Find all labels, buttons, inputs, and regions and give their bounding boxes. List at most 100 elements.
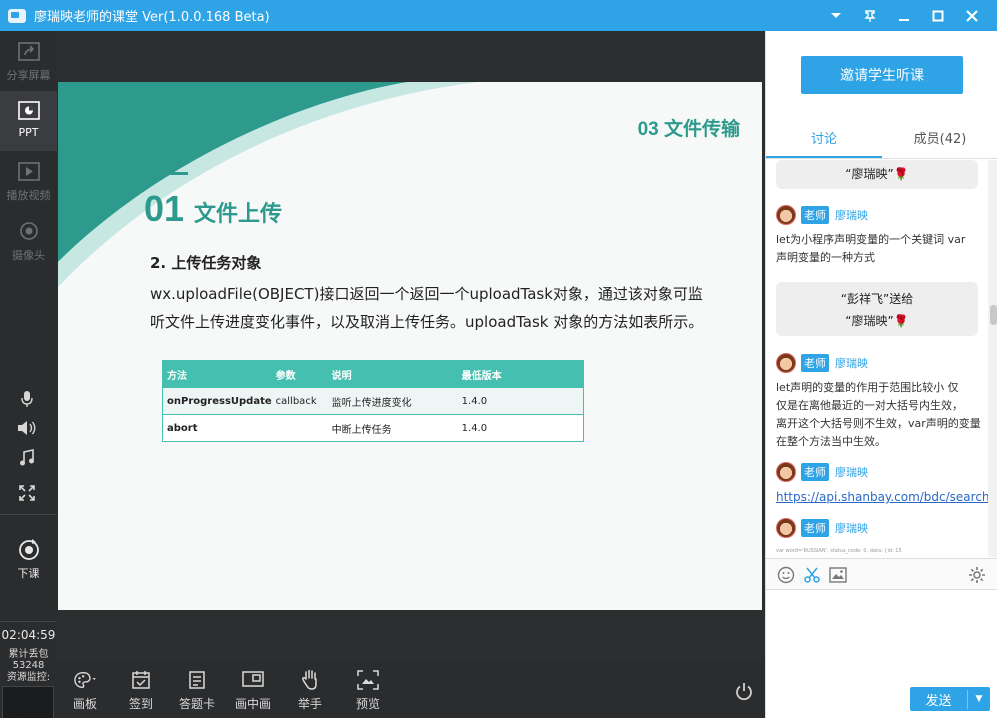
gift-text: “廖瑞映”🌹 — [845, 167, 909, 181]
sender-name[interactable]: 廖瑞映 — [835, 464, 868, 480]
table-cell: onProgressUpdate — [162, 387, 272, 415]
message-header: 老师 廖瑞映 — [776, 462, 868, 482]
answer-card-button[interactable]: 答题卡 — [172, 669, 222, 712]
send-options-chevron-icon[interactable]: ▼ — [968, 694, 990, 704]
microphone-icon[interactable] — [16, 388, 38, 410]
palette-label: 画板 — [72, 697, 97, 711]
message-line: let为小程序声明变量的一个关键词 var — [776, 233, 966, 246]
share-screen-button[interactable]: 分享屏幕 — [0, 37, 57, 89]
panel-tabs: 讨论 成员(42) — [766, 127, 997, 159]
tab-members[interactable]: 成员(42) — [882, 127, 997, 158]
invite-students-button[interactable]: 邀请学生听课 — [801, 56, 963, 94]
teacher-badge: 老师 — [801, 206, 829, 224]
section-number: 01 — [144, 188, 185, 229]
message-line: 离开这个大括号则不生效，var声明的变量 — [776, 417, 981, 430]
chat-scrollbar-thumb[interactable] — [990, 305, 997, 325]
palette-button[interactable]: 画板 — [60, 669, 110, 712]
tab-discussion[interactable]: 讨论 — [766, 127, 882, 158]
class-timer: 02:04:59 — [1, 628, 56, 642]
gear-icon[interactable] — [967, 565, 987, 585]
sign-in-button[interactable]: 签到 — [116, 669, 166, 712]
message-line: 在整个方法当中生效。 — [776, 435, 886, 448]
scissors-icon[interactable] — [802, 565, 822, 585]
preview-label: 预览 — [355, 697, 380, 711]
maximize-icon[interactable] — [921, 0, 955, 31]
table-row: abort 中断上传任务 1.4.0 — [162, 414, 584, 442]
table-cell: 1.4.0 — [457, 414, 584, 442]
message-line: 声明变量的一种方式 — [776, 251, 875, 264]
picture-in-picture-label: 画中画 — [234, 697, 271, 711]
preview-icon — [357, 669, 379, 691]
table-header: 方法 — [162, 360, 272, 388]
chat-list: “廖瑞映”🌹 老师 廖瑞映 let为小程序声明变量的一个关键词 var 声明变量… — [766, 160, 988, 557]
fullscreen-icon[interactable] — [16, 482, 38, 504]
toolbar-divider — [0, 514, 57, 515]
table-cell: 1.4.0 — [457, 387, 584, 415]
avatar — [776, 205, 796, 225]
pin-icon[interactable] — [853, 0, 887, 31]
slide-subheading: 2. 上传任务对象 — [150, 254, 262, 272]
gift-message: “彭祥飞”送给 “廖瑞映”🌹 — [776, 282, 978, 336]
message-line: let声明的变量的作用于范围比较小 仅 — [776, 381, 959, 394]
teacher-badge: 老师 — [801, 519, 829, 537]
message-text: let声明的变量的作用于范围比较小 仅 仅是在离他最近的一对大括号内生效， 离开… — [776, 379, 988, 451]
message-header: 老师 廖瑞映 — [776, 353, 868, 373]
chat-message-input[interactable] — [766, 591, 997, 681]
bottom-toolbar: 画板 签到 答题卡 画中画 举手 预览 — [57, 661, 765, 718]
slide-title: 文件上传 — [194, 202, 283, 227]
camera-button[interactable]: 摄像头 — [0, 217, 57, 269]
message-header: 老师 廖瑞映 — [776, 205, 868, 225]
table-header: 最低版本 — [457, 360, 584, 388]
emoji-icon[interactable] — [776, 565, 796, 585]
end-class-label: 下课 — [17, 567, 40, 580]
share-screen-icon — [16, 41, 42, 63]
camera-label: 摄像头 — [12, 249, 45, 262]
minimize-icon[interactable] — [887, 0, 921, 31]
ppt-slide: 03 文件传输 01 文件上传 2. 上传任务对象 wx.uploadFile(… — [58, 82, 762, 610]
sender-name[interactable]: 廖瑞映 — [835, 207, 868, 223]
camera-icon — [16, 221, 42, 243]
ppt-button[interactable]: PPT — [0, 91, 57, 151]
title-bar: 廖瑞映老师的课堂 Ver(1.0.0.168 Beta) — [0, 0, 997, 31]
speaker-icon[interactable] — [16, 417, 38, 439]
picture-in-picture-button[interactable]: 画中画 — [228, 669, 278, 712]
slide-decoration — [58, 82, 478, 287]
send-button[interactable]: 发送 ▼ — [910, 687, 990, 711]
close-icon[interactable] — [955, 0, 989, 31]
teacher-badge: 老师 — [801, 354, 829, 372]
image-icon[interactable] — [828, 565, 848, 585]
packet-loss-value: 53248 — [12, 660, 45, 671]
answer-card-icon — [186, 669, 208, 691]
music-icon[interactable] — [16, 447, 38, 469]
chat-scrollbar[interactable] — [988, 160, 997, 557]
message-line: 仅是在离他最近的一对大括号内生效， — [776, 399, 963, 412]
right-panel: 邀请学生听课 讨论 成员(42) “廖瑞映”🌹 老师 廖瑞映 let为小程序声明… — [765, 31, 997, 718]
message-link[interactable]: https://api.shanbay.com/bdc/search/ — [776, 490, 988, 504]
dropdown-menu-icon[interactable] — [819, 0, 853, 31]
avatar — [776, 462, 796, 482]
message-image-snippet[interactable]: var word='RUSSIAN', status_code: 0, data… — [776, 548, 956, 556]
app-logo-icon — [8, 8, 26, 23]
toolbar-divider — [0, 621, 57, 622]
title-accent-bar — [144, 172, 188, 175]
resource-monitor-graph — [2, 686, 54, 718]
table-header: 参数 — [271, 360, 328, 388]
table-header: 说明 — [327, 360, 458, 388]
power-icon[interactable] — [733, 681, 755, 703]
raise-hand-button[interactable]: 举手 — [285, 669, 335, 712]
message-header: 老师 廖瑞映 — [776, 518, 868, 538]
table-row: onProgressUpdate callback 监听上传进度变化 1.4.0 — [162, 387, 584, 415]
table-cell: 监听上传进度变化 — [327, 387, 458, 415]
avatar — [776, 518, 796, 538]
window-title: 廖瑞映老师的课堂 Ver(1.0.0.168 Beta) — [34, 10, 270, 25]
end-class-button[interactable]: 下课 — [0, 539, 57, 589]
gift-message: “廖瑞映”🌹 — [776, 160, 978, 189]
sender-name[interactable]: 廖瑞映 — [835, 520, 868, 536]
chat-input-toolbar — [766, 558, 997, 590]
sender-name[interactable]: 廖瑞映 — [835, 355, 868, 371]
play-video-button[interactable]: 播放视频 — [0, 157, 57, 209]
table-cell — [271, 414, 328, 442]
send-label: 发送 — [910, 689, 968, 709]
table-cell: callback — [271, 387, 328, 415]
preview-button[interactable]: 预览 — [343, 669, 393, 712]
